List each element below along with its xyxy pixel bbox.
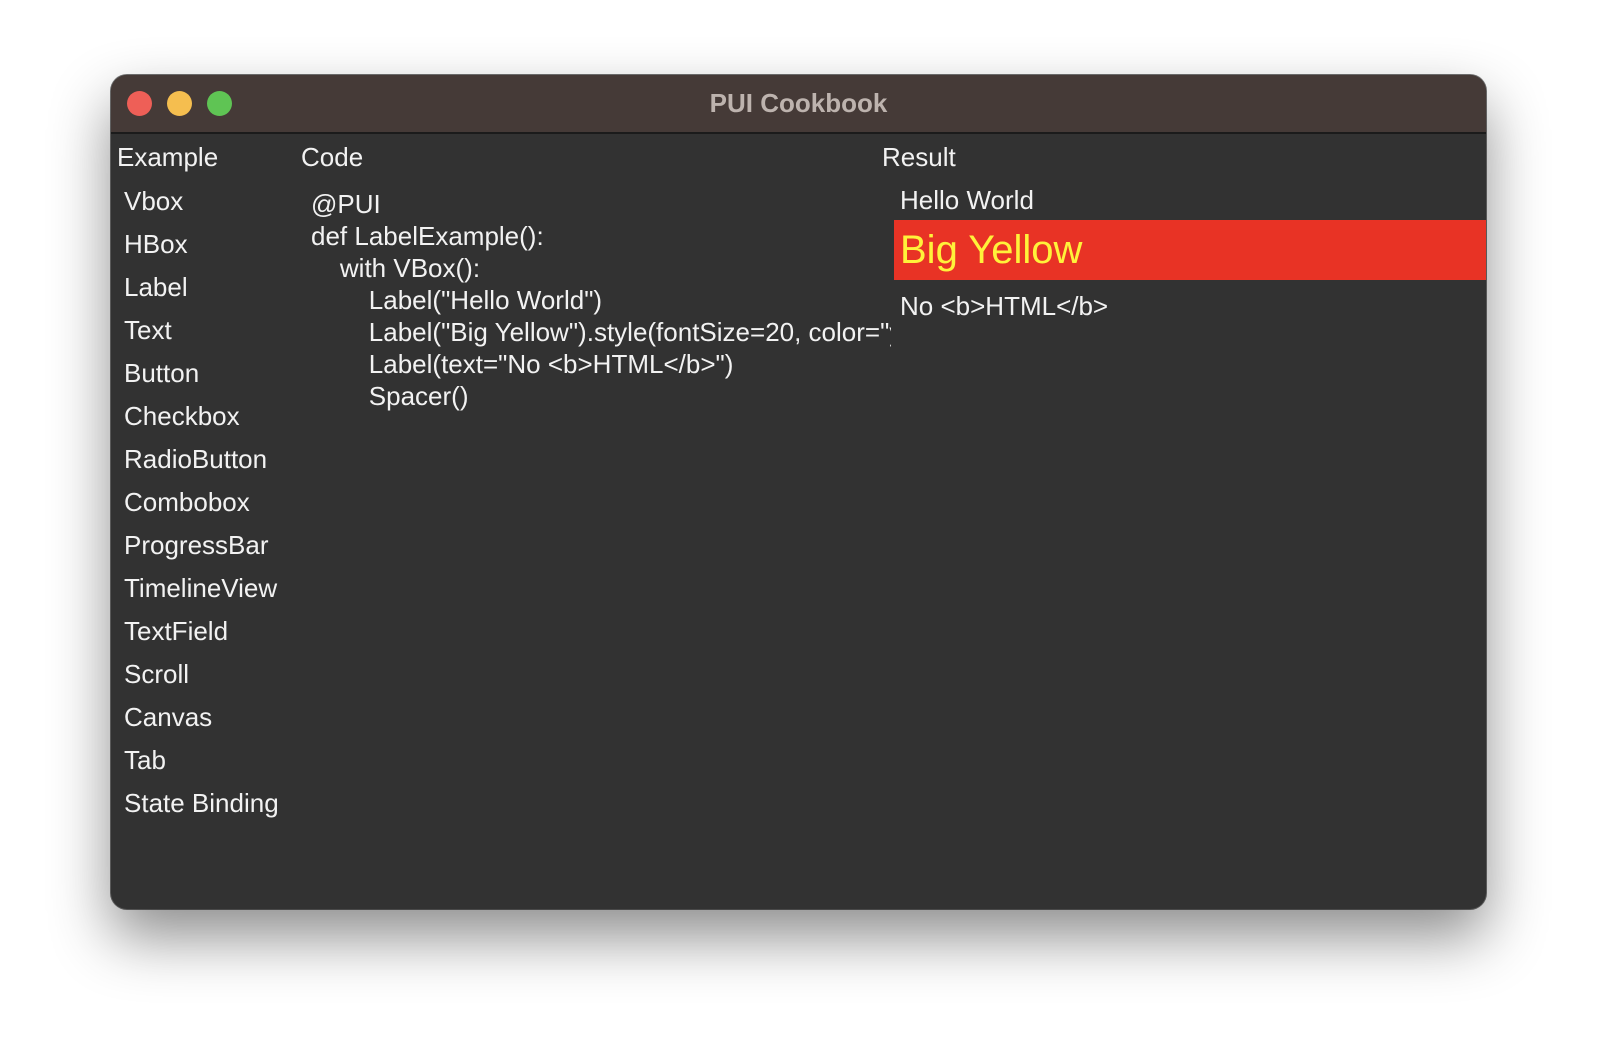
example-column-header: Example: [117, 142, 219, 172]
sidebar-item-hbox[interactable]: HBox: [124, 229, 188, 260]
sidebar-item-progressbar[interactable]: ProgressBar: [124, 530, 269, 561]
code-line: Label("Hello World"): [311, 285, 603, 315]
sidebar-item-textfield[interactable]: TextField: [124, 616, 228, 647]
result-big-yellow-label: Big Yellow: [894, 220, 1486, 280]
result-column-header: Result: [882, 142, 956, 172]
app-window: PUI Cookbook Example Code Result Vbox HB…: [111, 75, 1486, 909]
window-title: PUI Cookbook: [709, 88, 888, 118]
sidebar-item-checkbox[interactable]: Checkbox: [124, 401, 240, 432]
title-bar[interactable]: PUI Cookbook: [111, 75, 1486, 134]
sidebar-item-text[interactable]: Text: [124, 315, 172, 346]
code-column-header: Code: [301, 142, 364, 172]
sidebar-item-radiobutton[interactable]: RadioButton: [124, 444, 267, 475]
code-line: def LabelExample():: [311, 221, 544, 251]
code-line: @PUI: [311, 189, 381, 219]
code-line: Label("Big Yellow").style(fontSize=20, c…: [368, 317, 891, 347]
code-panel: @PUI def LabelExample(): with VBox(): La…: [311, 188, 891, 412]
sidebar-item-button[interactable]: Button: [124, 358, 199, 389]
result-no-html-label: No <b>HTML</b>: [900, 291, 1109, 321]
sidebar-item-vbox[interactable]: Vbox: [124, 186, 183, 217]
sidebar-item-scroll[interactable]: Scroll: [124, 659, 189, 690]
sidebar-item-canvas[interactable]: Canvas: [124, 702, 212, 733]
result-hello-label: Hello World: [900, 185, 1034, 215]
sidebar-item-tab[interactable]: Tab: [124, 745, 166, 776]
code-line: with VBox():: [311, 253, 481, 283]
sidebar-item-label[interactable]: Label: [124, 272, 188, 303]
sidebar-item-timelineview[interactable]: TimelineView: [124, 573, 277, 604]
code-line: Spacer(): [311, 381, 469, 411]
code-line: Label(text="No <b>HTML</b>"): [311, 349, 734, 379]
sidebar-item-combobox[interactable]: Combobox: [124, 487, 250, 518]
sidebar-item-state-binding[interactable]: State Binding: [124, 788, 279, 819]
